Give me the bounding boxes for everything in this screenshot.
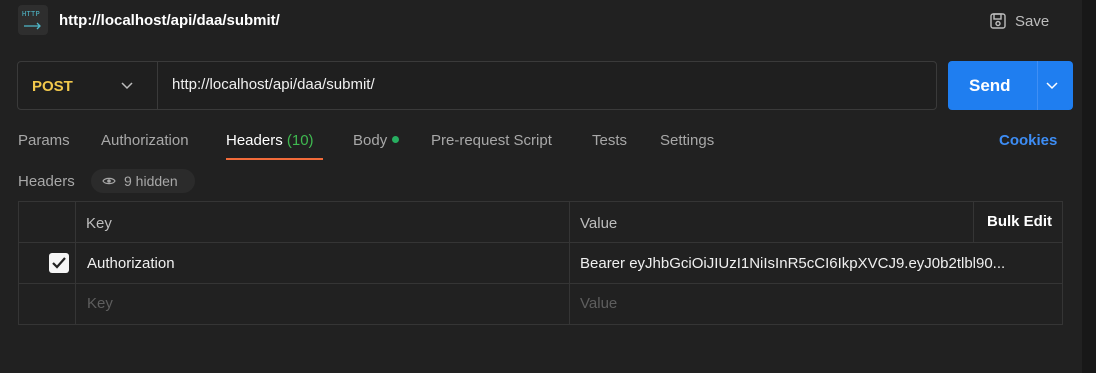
request-editor: HTTP http://localhost/api/daa/submit/ Sa…: [0, 0, 1096, 373]
tab-params[interactable]: Params: [18, 132, 70, 149]
column-divider: [569, 202, 570, 324]
row-divider: [19, 242, 1062, 243]
tab-body[interactable]: Body: [353, 132, 400, 149]
tab-headers-count: (10): [286, 132, 314, 149]
method-select[interactable]: POST: [18, 62, 158, 109]
column-divider: [75, 202, 76, 324]
right-panel-edge: [1082, 0, 1096, 373]
save-button[interactable]: Save: [989, 9, 1059, 33]
header-value-cell[interactable]: Bearer eyJhbGciOiJIUzI1NiIsInR5cCI6IkpXV…: [580, 255, 1005, 272]
request-title[interactable]: http://localhost/api/daa/submit/: [59, 12, 280, 29]
hidden-headers-toggle[interactable]: 9 hidden: [91, 169, 195, 193]
request-title-bar: HTTP http://localhost/api/daa/submit/ Sa…: [18, 5, 1078, 37]
tab-authorization[interactable]: Authorization: [101, 132, 189, 149]
send-divider: [1037, 61, 1038, 110]
cookies-link[interactable]: Cookies: [999, 132, 1057, 149]
bulk-edit-button[interactable]: Bulk Edit: [987, 213, 1052, 230]
active-tab-indicator: [226, 158, 323, 160]
save-icon: [990, 13, 1006, 29]
tab-body-label: Body: [353, 132, 388, 149]
column-header-key: Key: [86, 215, 112, 232]
tab-pre-request-script[interactable]: Pre-request Script: [431, 132, 552, 149]
checkmark-icon: [52, 257, 66, 269]
body-indicator-dot: [392, 136, 400, 143]
tab-tests[interactable]: Tests: [592, 132, 627, 149]
request-tabs: Params Authorization Headers (10) Body P…: [18, 128, 1078, 164]
send-options-chevron-icon[interactable]: [1046, 80, 1058, 90]
tab-headers[interactable]: Headers (10): [226, 132, 314, 149]
http-icon-label: HTTP: [22, 10, 41, 18]
eye-icon: [102, 177, 116, 185]
column-header-value: Value: [580, 215, 618, 232]
send-button-group: Send: [948, 61, 1073, 110]
chevron-down-icon: [121, 82, 133, 90]
http-request-icon: HTTP: [18, 5, 48, 35]
new-header-key-input[interactable]: Key: [87, 295, 113, 312]
tab-headers-label: Headers: [226, 132, 283, 149]
url-input[interactable]: http://localhost/api/daa/submit/: [172, 76, 375, 93]
url-bar: POST http://localhost/api/daa/submit/: [17, 61, 937, 110]
header-key-cell[interactable]: Authorization: [87, 255, 175, 272]
column-divider: [973, 202, 974, 242]
new-header-value-input[interactable]: Value: [580, 295, 617, 312]
send-button[interactable]: Send: [969, 76, 1011, 96]
row-divider: [19, 283, 1062, 284]
save-label: Save: [1015, 12, 1050, 30]
method-label: POST: [32, 78, 73, 95]
hidden-headers-count: 9 hidden: [124, 173, 178, 189]
headers-table: Key Value Bulk Edit Authorization Bearer…: [18, 201, 1063, 325]
tab-settings[interactable]: Settings: [660, 132, 714, 149]
header-enabled-checkbox[interactable]: [49, 253, 69, 273]
headers-section-title: Headers: [18, 173, 75, 190]
